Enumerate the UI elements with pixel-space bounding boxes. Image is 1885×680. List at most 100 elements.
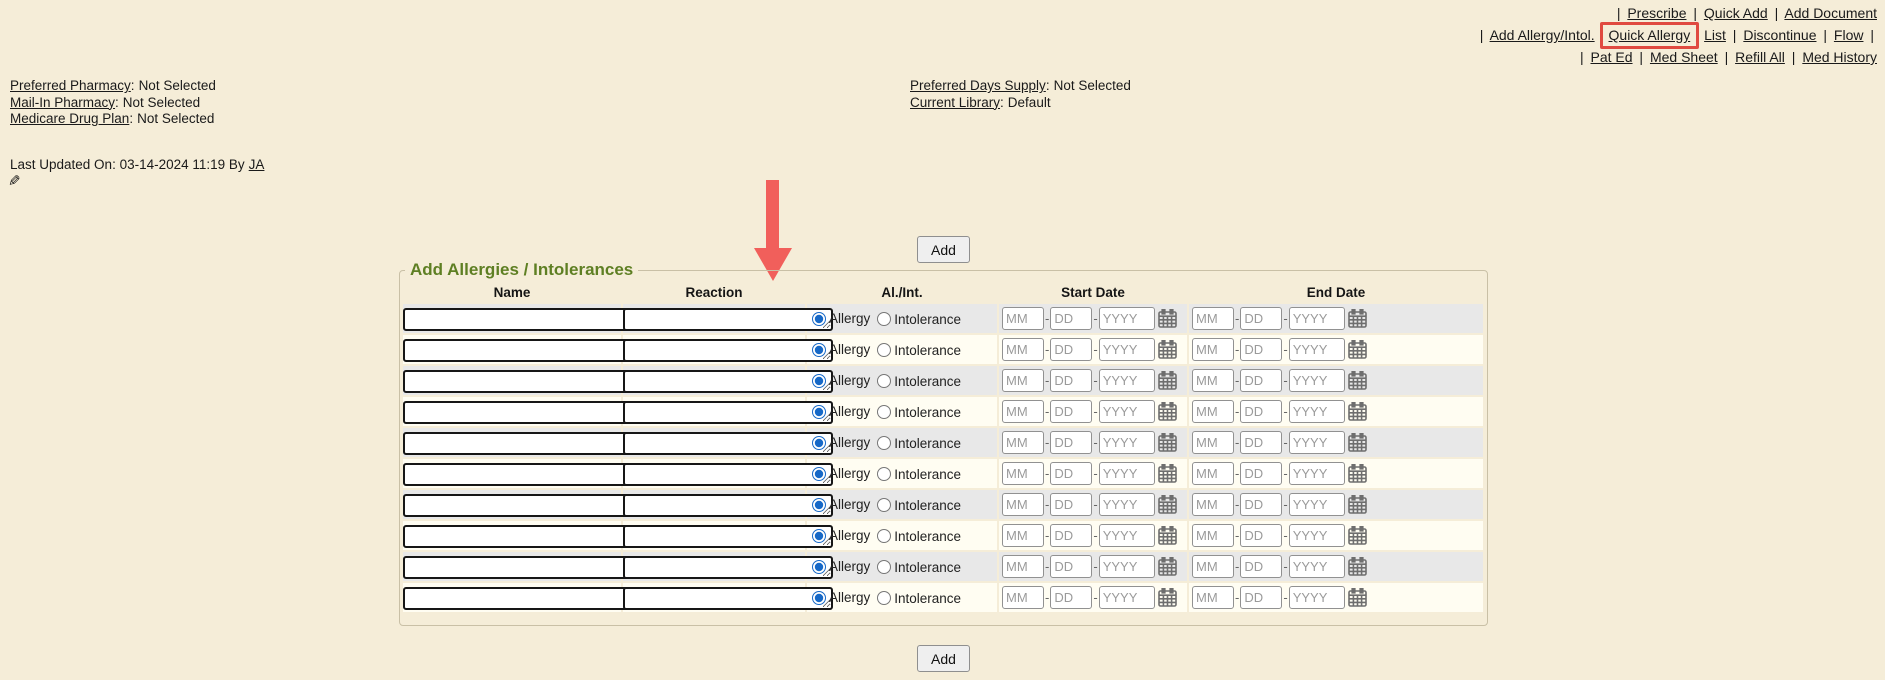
start-year-input[interactable]	[1099, 338, 1155, 361]
start-month-input[interactable]	[1002, 369, 1044, 392]
calendar-icon[interactable]	[1158, 495, 1177, 514]
nav-link[interactable]: Add Document	[1784, 5, 1877, 21]
allergy-radio[interactable]	[812, 343, 826, 357]
end-month-input[interactable]	[1192, 338, 1234, 361]
nav-link-list[interactable]: List	[1704, 27, 1726, 43]
start-month-input[interactable]	[1002, 493, 1044, 516]
end-day-input[interactable]	[1240, 586, 1282, 609]
info-label-link[interactable]: Medicare Drug Plan	[10, 111, 129, 126]
reaction-input[interactable]	[623, 525, 833, 548]
end-year-input[interactable]	[1289, 586, 1345, 609]
end-month-input[interactable]	[1192, 307, 1234, 330]
start-day-input[interactable]	[1050, 369, 1092, 392]
end-month-input[interactable]	[1192, 555, 1234, 578]
intolerance-radio[interactable]	[877, 498, 891, 512]
calendar-icon[interactable]	[1348, 402, 1367, 421]
add-button-top[interactable]: Add	[917, 236, 970, 263]
last-updated-user-link[interactable]: JA	[249, 157, 265, 172]
start-day-input[interactable]	[1050, 586, 1092, 609]
nav-link[interactable]: Pat Ed	[1591, 49, 1633, 65]
start-day-input[interactable]	[1050, 338, 1092, 361]
end-day-input[interactable]	[1240, 524, 1282, 547]
end-month-input[interactable]	[1192, 400, 1234, 423]
intolerance-radio[interactable]	[877, 436, 891, 450]
end-month-input[interactable]	[1192, 493, 1234, 516]
nav-link-quick-allergy[interactable]: Quick Allergy	[1609, 27, 1691, 43]
edit-pencil-icon[interactable]: ✎	[8, 172, 21, 190]
start-year-input[interactable]	[1099, 431, 1155, 454]
calendar-icon[interactable]	[1158, 371, 1177, 390]
calendar-icon[interactable]	[1348, 495, 1367, 514]
allergy-radio[interactable]	[812, 436, 826, 450]
start-month-input[interactable]	[1002, 524, 1044, 547]
end-year-input[interactable]	[1289, 338, 1345, 361]
nav-link[interactable]: Med History	[1802, 49, 1877, 65]
calendar-icon[interactable]	[1348, 433, 1367, 452]
info-label-link[interactable]: Preferred Days Supply	[910, 78, 1046, 93]
reaction-input[interactable]	[623, 556, 833, 579]
end-year-input[interactable]	[1289, 307, 1345, 330]
add-button-bottom[interactable]: Add	[917, 645, 970, 672]
info-label-link[interactable]: Preferred Pharmacy	[10, 78, 131, 93]
nav-link[interactable]: Refill All	[1735, 49, 1785, 65]
end-month-input[interactable]	[1192, 369, 1234, 392]
end-month-input[interactable]	[1192, 462, 1234, 485]
calendar-icon[interactable]	[1158, 526, 1177, 545]
start-year-input[interactable]	[1099, 400, 1155, 423]
allergy-radio[interactable]	[812, 405, 826, 419]
start-day-input[interactable]	[1050, 555, 1092, 578]
calendar-icon[interactable]	[1348, 464, 1367, 483]
allergy-radio[interactable]	[812, 591, 826, 605]
info-label-link[interactable]: Current Library	[910, 95, 1000, 110]
end-day-input[interactable]	[1240, 369, 1282, 392]
end-year-input[interactable]	[1289, 400, 1345, 423]
start-year-input[interactable]	[1099, 369, 1155, 392]
start-day-input[interactable]	[1050, 462, 1092, 485]
start-year-input[interactable]	[1099, 307, 1155, 330]
end-day-input[interactable]	[1240, 493, 1282, 516]
start-day-input[interactable]	[1050, 400, 1092, 423]
calendar-icon[interactable]	[1348, 340, 1367, 359]
calendar-icon[interactable]	[1158, 340, 1177, 359]
reaction-input[interactable]	[623, 587, 833, 610]
end-day-input[interactable]	[1240, 400, 1282, 423]
intolerance-radio[interactable]	[877, 343, 891, 357]
intolerance-radio[interactable]	[877, 591, 891, 605]
end-day-input[interactable]	[1240, 338, 1282, 361]
end-year-input[interactable]	[1289, 431, 1345, 454]
start-day-input[interactable]	[1050, 493, 1092, 516]
reaction-input[interactable]	[623, 370, 833, 393]
calendar-icon[interactable]	[1348, 526, 1367, 545]
end-month-input[interactable]	[1192, 431, 1234, 454]
end-year-input[interactable]	[1289, 555, 1345, 578]
end-day-input[interactable]	[1240, 431, 1282, 454]
reaction-input[interactable]	[623, 494, 833, 517]
calendar-icon[interactable]	[1348, 557, 1367, 576]
start-month-input[interactable]	[1002, 555, 1044, 578]
calendar-icon[interactable]	[1348, 588, 1367, 607]
allergy-radio[interactable]	[812, 498, 826, 512]
allergy-radio[interactable]	[812, 374, 826, 388]
end-day-input[interactable]	[1240, 462, 1282, 485]
calendar-icon[interactable]	[1158, 433, 1177, 452]
start-year-input[interactable]	[1099, 586, 1155, 609]
allergy-radio[interactable]	[812, 529, 826, 543]
end-day-input[interactable]	[1240, 307, 1282, 330]
intolerance-radio[interactable]	[877, 467, 891, 481]
nav-link-flow[interactable]: Flow	[1834, 27, 1864, 43]
calendar-icon[interactable]	[1348, 309, 1367, 328]
start-day-input[interactable]	[1050, 307, 1092, 330]
end-day-input[interactable]	[1240, 555, 1282, 578]
nav-link-add-allergy-intol[interactable]: Add Allergy/Intol.	[1490, 27, 1595, 43]
start-year-input[interactable]	[1099, 493, 1155, 516]
start-day-input[interactable]	[1050, 431, 1092, 454]
intolerance-radio[interactable]	[877, 374, 891, 388]
end-year-input[interactable]	[1289, 524, 1345, 547]
end-year-input[interactable]	[1289, 369, 1345, 392]
reaction-input[interactable]	[623, 463, 833, 486]
calendar-icon[interactable]	[1158, 309, 1177, 328]
reaction-input[interactable]	[623, 339, 833, 362]
end-year-input[interactable]	[1289, 462, 1345, 485]
calendar-icon[interactable]	[1158, 464, 1177, 483]
calendar-icon[interactable]	[1158, 557, 1177, 576]
